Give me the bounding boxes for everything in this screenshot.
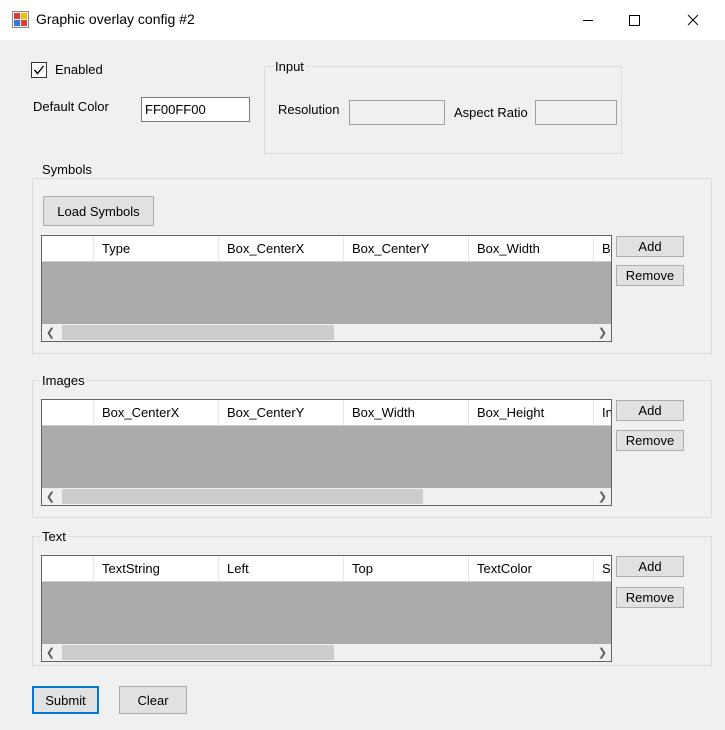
submit-button[interactable]: Submit [32, 686, 99, 714]
scrollbar-thumb[interactable] [62, 489, 423, 504]
horizontal-scrollbar[interactable]: ❮ ❯ [42, 324, 611, 341]
app-icon [12, 11, 29, 28]
minimize-icon [583, 20, 593, 21]
scroll-right-icon[interactable]: ❯ [594, 324, 611, 341]
column-header[interactable]: Box_CenterX [219, 236, 344, 261]
maximize-button[interactable] [611, 0, 657, 40]
column-header[interactable]: TextColor [469, 556, 594, 581]
text-grid[interactable]: TextString Left Top TextColor S ❮ ❯ [41, 555, 612, 662]
column-header[interactable]: Left [219, 556, 344, 581]
scrollbar-thumb[interactable] [62, 645, 334, 660]
scroll-left-icon[interactable]: ❮ [42, 324, 59, 341]
column-header[interactable]: Type [94, 236, 219, 261]
column-header[interactable]: Box_CenterY [344, 236, 469, 261]
scroll-left-icon[interactable]: ❮ [42, 488, 59, 505]
column-header[interactable]: TextString [94, 556, 219, 581]
column-header[interactable]: S [594, 556, 611, 581]
images-remove-button[interactable]: Remove [616, 430, 684, 451]
images-grid[interactable]: Box_CenterX Box_CenterY Box_Width Box_He… [41, 399, 612, 506]
column-header[interactable]: B [594, 236, 611, 261]
scroll-right-icon[interactable]: ❯ [594, 644, 611, 661]
scrollbar-thumb[interactable] [62, 325, 334, 340]
scroll-left-icon[interactable]: ❮ [42, 644, 59, 661]
window-title: Graphic overlay config #2 [36, 11, 195, 27]
symbols-add-button[interactable]: Add [616, 236, 684, 257]
symbols-remove-button[interactable]: Remove [616, 265, 684, 286]
images-grid-header: Box_CenterX Box_CenterY Box_Width Box_He… [42, 400, 611, 426]
load-symbols-button[interactable]: Load Symbols [43, 196, 154, 226]
aspect-ratio-label: Aspect Ratio [454, 105, 528, 120]
resolution-label: Resolution [278, 102, 340, 117]
column-header[interactable]: In [594, 400, 611, 425]
minimize-button[interactable] [565, 0, 611, 40]
input-group-title: Input [273, 59, 306, 74]
column-header[interactable]: Box_Width [344, 400, 469, 425]
column-header[interactable]: Box_CenterX [94, 400, 219, 425]
symbols-grid[interactable]: Type Box_CenterX Box_CenterY Box_Width B… [41, 235, 612, 342]
column-header[interactable]: Top [344, 556, 469, 581]
column-header[interactable]: Box_Width [469, 236, 594, 261]
text-group-title: Text [40, 529, 68, 544]
text-remove-button[interactable]: Remove [616, 587, 684, 608]
maximize-icon [629, 15, 640, 26]
default-color-label: Default Color [33, 99, 109, 114]
enabled-checkbox[interactable] [31, 62, 47, 78]
close-button[interactable] [670, 0, 716, 40]
row-header-corner [42, 236, 94, 261]
text-add-button[interactable]: Add [616, 556, 684, 577]
column-header[interactable]: Box_Height [469, 400, 594, 425]
row-header-corner [42, 556, 94, 581]
images-add-button[interactable]: Add [616, 400, 684, 421]
column-header[interactable]: Box_CenterY [219, 400, 344, 425]
symbols-grid-header: Type Box_CenterX Box_CenterY Box_Width B [42, 236, 611, 262]
close-icon [687, 14, 699, 26]
aspect-ratio-field[interactable] [535, 100, 617, 125]
images-group-title: Images [40, 373, 87, 388]
horizontal-scrollbar[interactable]: ❮ ❯ [42, 644, 611, 661]
text-grid-header: TextString Left Top TextColor S [42, 556, 611, 582]
clear-button[interactable]: Clear [119, 686, 187, 714]
enabled-label: Enabled [55, 62, 103, 77]
scroll-right-icon[interactable]: ❯ [594, 488, 611, 505]
title-bar: Graphic overlay config #2 [0, 0, 725, 40]
checkmark-icon [33, 65, 45, 75]
row-header-corner [42, 400, 94, 425]
horizontal-scrollbar[interactable]: ❮ ❯ [42, 488, 611, 505]
resolution-field[interactable] [349, 100, 445, 125]
default-color-field[interactable]: FF00FF00 [141, 97, 250, 122]
symbols-group-title: Symbols [40, 162, 94, 177]
